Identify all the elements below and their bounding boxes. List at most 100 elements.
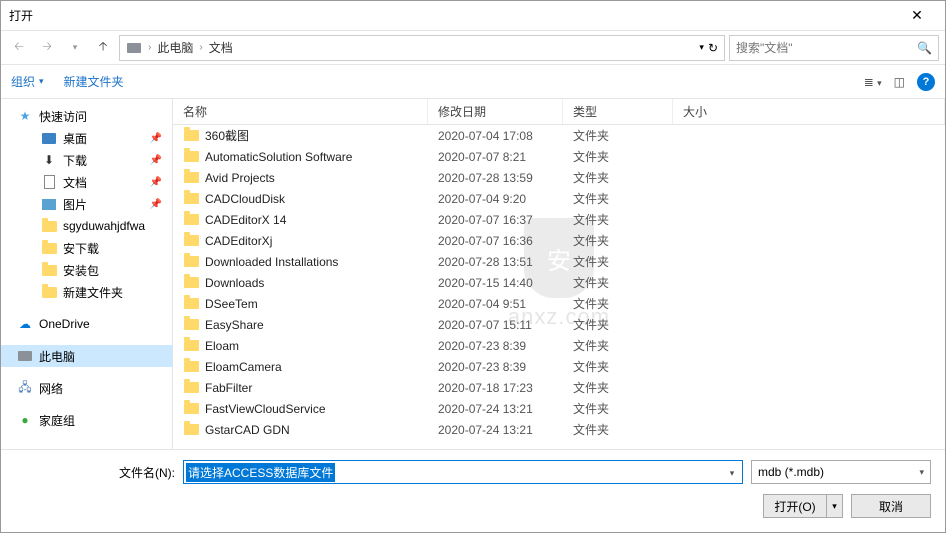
recent-dropdown[interactable]: ▾ bbox=[63, 36, 87, 60]
sidebar-this-pc[interactable]: 此电脑 bbox=[1, 345, 172, 367]
file-row[interactable]: Avid Projects2020-07-28 13:59文件夹 bbox=[173, 167, 945, 188]
folder-icon bbox=[183, 275, 199, 291]
search-input[interactable] bbox=[736, 41, 917, 55]
sidebar-folder-3[interactable]: 安装包 bbox=[1, 259, 172, 281]
search-box[interactable]: 🔍 bbox=[729, 35, 939, 61]
open-dropdown-icon[interactable]: ▾ bbox=[826, 495, 842, 517]
sidebar-quick-access[interactable]: ★快速访问 bbox=[1, 105, 172, 127]
file-date: 2020-07-28 13:59 bbox=[428, 171, 563, 185]
cloud-icon: ☁ bbox=[17, 316, 33, 332]
file-type: 文件夹 bbox=[563, 232, 673, 249]
folder-icon bbox=[183, 296, 199, 312]
file-type: 文件夹 bbox=[563, 295, 673, 312]
sidebar-folder-1[interactable]: sgyduwahjdfwa bbox=[1, 215, 172, 237]
pc-icon bbox=[126, 40, 142, 56]
back-button[interactable]: 🡠 bbox=[7, 36, 31, 60]
window-title: 打开 bbox=[9, 7, 897, 24]
folder-icon bbox=[183, 128, 199, 144]
forward-button[interactable]: 🡢 bbox=[35, 36, 59, 60]
file-row[interactable]: EloamCamera 2020-07-23 8:39文件夹 bbox=[173, 356, 945, 377]
file-name: Downloaded Installations bbox=[205, 255, 338, 269]
sidebar-homegroup[interactable]: ●家庭组 bbox=[1, 409, 172, 431]
file-name: AutomaticSolution Software bbox=[205, 150, 352, 164]
file-list: 360截图2020-07-04 17:08文件夹AutomaticSolutio… bbox=[173, 125, 945, 449]
sidebar-downloads[interactable]: ⬇下载📌 bbox=[1, 149, 172, 171]
download-icon: ⬇ bbox=[41, 152, 57, 168]
address-bar[interactable]: › 此电脑 › 文档 ▾ ↻ bbox=[119, 35, 725, 61]
breadcrumb-pc[interactable]: 此电脑 bbox=[157, 39, 193, 56]
file-date: 2020-07-04 17:08 bbox=[428, 129, 563, 143]
file-row[interactable]: CADEditorX 142020-07-07 16:37文件夹 bbox=[173, 209, 945, 230]
filetype-select[interactable]: mdb (*.mdb)▾ bbox=[751, 460, 931, 484]
column-name[interactable]: 名称 bbox=[173, 99, 428, 124]
navigation-sidebar: ★快速访问 桌面📌 ⬇下载📌 文档📌 图片📌 sgyduwahjdfwa 安下载… bbox=[1, 99, 173, 449]
folder-icon bbox=[183, 149, 199, 165]
column-type[interactable]: 类型 bbox=[563, 99, 673, 124]
column-size[interactable]: 大小 bbox=[673, 99, 945, 124]
sidebar-documents[interactable]: 文档📌 bbox=[1, 171, 172, 193]
folder-icon bbox=[183, 380, 199, 396]
folder-icon bbox=[183, 170, 199, 186]
file-name: 360截图 bbox=[205, 127, 249, 144]
file-name: Avid Projects bbox=[205, 171, 275, 185]
file-date: 2020-07-23 8:39 bbox=[428, 360, 563, 374]
pc-icon bbox=[17, 348, 33, 364]
file-row[interactable]: CADEditorXj2020-07-07 16:36文件夹 bbox=[173, 230, 945, 251]
pictures-icon bbox=[41, 196, 57, 212]
file-type: 文件夹 bbox=[563, 127, 673, 144]
view-options-icon[interactable]: ≣ ▾ bbox=[864, 75, 882, 89]
file-row[interactable]: 360截图 2020-07-04 17:08文件夹 bbox=[173, 125, 945, 146]
preview-pane-icon[interactable]: ◫ bbox=[894, 75, 905, 89]
file-date: 2020-07-04 9:51 bbox=[428, 297, 563, 311]
file-row[interactable]: EasyShare2020-07-07 15:11文件夹 bbox=[173, 314, 945, 335]
file-row[interactable]: CADCloudDisk2020-07-04 9:20文件夹 bbox=[173, 188, 945, 209]
file-name: GstarCAD GDN bbox=[205, 423, 290, 437]
address-dropdown-icon[interactable]: ▾ bbox=[699, 42, 704, 53]
filename-input[interactable]: 请选择ACCESS数据库文件 ▾ bbox=[183, 460, 743, 484]
breadcrumb-docs[interactable]: 文档 bbox=[209, 39, 233, 56]
file-name: FabFilter bbox=[205, 381, 252, 395]
pin-icon: 📌 bbox=[150, 155, 162, 166]
sidebar-onedrive[interactable]: ☁OneDrive bbox=[1, 313, 172, 335]
file-row[interactable]: Downloaded Installations2020-07-28 13:51… bbox=[173, 251, 945, 272]
column-date[interactable]: 修改日期 bbox=[428, 99, 563, 124]
folder-icon bbox=[183, 401, 199, 417]
file-row[interactable]: FabFilter2020-07-18 17:23文件夹 bbox=[173, 377, 945, 398]
file-row[interactable]: FastViewCloudService 2020-07-24 13:21文件夹 bbox=[173, 398, 945, 419]
folder-icon bbox=[183, 233, 199, 249]
file-name: Eloam bbox=[205, 339, 239, 353]
sidebar-desktop[interactable]: 桌面📌 bbox=[1, 127, 172, 149]
file-date: 2020-07-24 13:21 bbox=[428, 402, 563, 416]
file-row[interactable]: Eloam2020-07-23 8:39文件夹 bbox=[173, 335, 945, 356]
chevron-right-icon: › bbox=[148, 42, 151, 53]
search-icon[interactable]: 🔍 bbox=[917, 41, 932, 55]
new-folder-button[interactable]: 新建文件夹 bbox=[64, 73, 124, 90]
sidebar-folder-2[interactable]: 安下载 bbox=[1, 237, 172, 259]
refresh-icon[interactable]: ↻ bbox=[708, 41, 718, 55]
sidebar-network[interactable]: 🖧网络 bbox=[1, 377, 172, 399]
up-button[interactable]: 🡡 bbox=[91, 36, 115, 60]
file-type: 文件夹 bbox=[563, 400, 673, 417]
file-type: 文件夹 bbox=[563, 358, 673, 375]
sidebar-folder-4[interactable]: 新建文件夹 bbox=[1, 281, 172, 303]
folder-icon bbox=[183, 212, 199, 228]
file-row[interactable]: Downloads2020-07-15 14:40文件夹 bbox=[173, 272, 945, 293]
cancel-button[interactable]: 取消 bbox=[851, 494, 931, 518]
sidebar-pictures[interactable]: 图片📌 bbox=[1, 193, 172, 215]
pin-icon: 📌 bbox=[150, 133, 162, 144]
filename-value: 请选择ACCESS数据库文件 bbox=[186, 463, 335, 482]
help-icon[interactable]: ? bbox=[917, 73, 935, 91]
file-name: EloamCamera bbox=[205, 360, 282, 374]
file-date: 2020-07-04 9:20 bbox=[428, 192, 563, 206]
file-name: FastViewCloudService bbox=[205, 402, 326, 416]
close-button[interactable]: ✕ bbox=[897, 7, 937, 24]
filename-dropdown-icon[interactable]: ▾ bbox=[724, 465, 740, 479]
file-date: 2020-07-07 15:11 bbox=[428, 318, 563, 332]
folder-icon bbox=[41, 240, 57, 256]
file-row[interactable]: DSeeTem2020-07-04 9:51文件夹 bbox=[173, 293, 945, 314]
file-type: 文件夹 bbox=[563, 421, 673, 438]
organize-button[interactable]: 组织 ▾ bbox=[11, 73, 44, 90]
file-row[interactable]: GstarCAD GDN2020-07-24 13:21文件夹 bbox=[173, 419, 945, 440]
file-row[interactable]: AutomaticSolution Software2020-07-07 8:2… bbox=[173, 146, 945, 167]
open-button[interactable]: 打开(O) ▾ bbox=[763, 494, 843, 518]
